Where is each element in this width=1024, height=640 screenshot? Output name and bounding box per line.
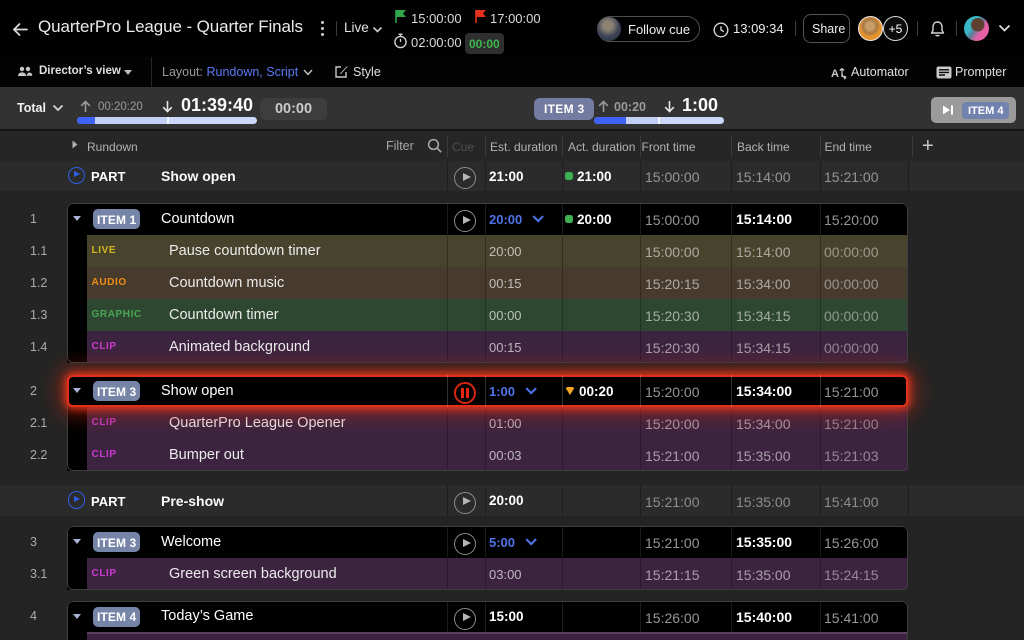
svg-text:A: A bbox=[831, 68, 839, 80]
